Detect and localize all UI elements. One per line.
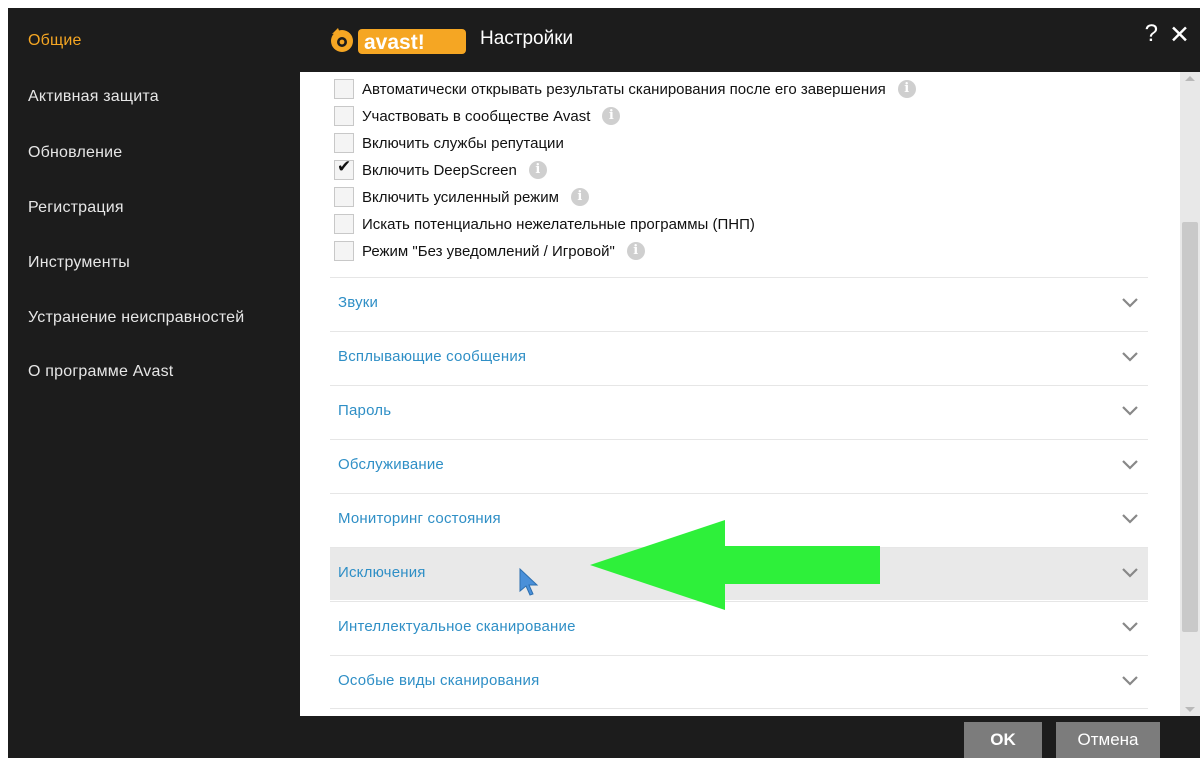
- checkmark-icon: ✔: [337, 157, 352, 176]
- option-pup[interactable]: Искать потенциально нежелательные програ…: [334, 211, 755, 237]
- section-sounds[interactable]: Звуки: [330, 277, 1148, 330]
- scroll-up-icon[interactable]: [1185, 76, 1195, 81]
- chevron-down-icon: [1122, 568, 1138, 578]
- section-label: Всплывающие сообщения: [338, 348, 527, 365]
- option-label: Участвовать в сообществе Avast: [362, 107, 591, 125]
- scroll-thumb[interactable]: [1182, 222, 1198, 632]
- option-community[interactable]: Участвовать в сообществе Avast i: [334, 103, 621, 129]
- avast-logo: avast!: [331, 28, 466, 54]
- checkbox[interactable]: [334, 241, 354, 261]
- section-label: Звуки: [338, 294, 379, 311]
- checkbox[interactable]: [334, 187, 354, 207]
- option-label: Включить усиленный режим: [362, 188, 559, 206]
- settings-content: Автоматически открывать результаты скани…: [300, 72, 1180, 716]
- chevron-down-icon: [1122, 676, 1138, 686]
- chevron-down-icon: [1122, 406, 1138, 416]
- section-special-scans[interactable]: Особые виды сканирования: [330, 655, 1148, 708]
- option-hardened-mode[interactable]: Включить усиленный режим i: [334, 184, 589, 210]
- cancel-button[interactable]: Отмена: [1056, 722, 1160, 758]
- divider: [330, 708, 1148, 709]
- chevron-down-icon: [1122, 622, 1138, 632]
- option-label: Автоматически открывать результаты скани…: [362, 80, 886, 98]
- scrollbar[interactable]: [1180, 72, 1200, 716]
- title-bar: avast! Настройки ? ✕: [300, 8, 1200, 72]
- brand-text: avast!: [364, 31, 425, 54]
- info-icon[interactable]: i: [570, 188, 589, 206]
- option-label: Искать потенциально нежелательные програ…: [362, 215, 755, 233]
- section-password[interactable]: Пароль: [330, 385, 1148, 438]
- option-label: Включить DeepScreen: [362, 161, 517, 179]
- section-label: Мониторинг состояния: [338, 510, 501, 527]
- chevron-down-icon: [1122, 298, 1138, 308]
- window-title: Настройки: [480, 28, 574, 49]
- sidebar-item-registration[interactable]: Регистрация: [28, 199, 124, 217]
- checkbox[interactable]: [334, 106, 354, 126]
- option-deepscreen[interactable]: ✔ Включить DeepScreen i: [334, 157, 547, 183]
- settings-window: Общие Активная защита Обновление Регистр…: [8, 8, 1200, 758]
- checkbox[interactable]: [334, 133, 354, 153]
- info-icon[interactable]: i: [626, 242, 645, 260]
- sidebar-item-tools[interactable]: Инструменты: [28, 254, 130, 272]
- option-silent-mode[interactable]: Режим "Без уведомлений / Игровой" i: [334, 238, 645, 264]
- help-button[interactable]: ?: [1145, 20, 1158, 48]
- option-reputation[interactable]: Включить службы репутации: [334, 130, 564, 156]
- info-icon[interactable]: i: [528, 161, 547, 179]
- sidebar: Общие Активная защита Обновление Регистр…: [8, 8, 300, 758]
- sidebar-item-troubleshooting[interactable]: Устранение неисправностей: [28, 309, 244, 327]
- checkbox[interactable]: [334, 214, 354, 234]
- option-label: Режим "Без уведомлений / Игровой": [362, 242, 615, 260]
- checkbox[interactable]: [334, 79, 354, 99]
- sidebar-item-about[interactable]: О программе Avast: [28, 363, 173, 381]
- ok-button[interactable]: OK: [964, 722, 1042, 758]
- close-button[interactable]: ✕: [1169, 20, 1190, 50]
- footer: OK Отмена: [300, 716, 1200, 758]
- section-maintenance[interactable]: Обслуживание: [330, 439, 1148, 492]
- info-icon[interactable]: i: [897, 80, 916, 98]
- chevron-down-icon: [1122, 460, 1138, 470]
- checkbox-checked[interactable]: ✔: [334, 157, 354, 180]
- section-popups[interactable]: Всплывающие сообщения: [330, 331, 1148, 384]
- section-label: Интеллектуальное сканирование: [338, 618, 576, 635]
- sidebar-item-update[interactable]: Обновление: [28, 144, 122, 162]
- section-label: Обслуживание: [338, 456, 444, 473]
- info-icon[interactable]: i: [602, 107, 621, 125]
- chevron-down-icon: [1122, 352, 1138, 362]
- sidebar-item-active-protection[interactable]: Активная защита: [28, 88, 159, 106]
- section-label: Особые виды сканирования: [338, 672, 540, 689]
- scroll-down-icon[interactable]: [1185, 707, 1195, 712]
- mouse-cursor-icon: [519, 567, 539, 596]
- section-label: Пароль: [338, 402, 392, 419]
- option-label: Включить службы репутации: [362, 134, 564, 152]
- chevron-down-icon: [1122, 514, 1138, 524]
- option-auto-open-results[interactable]: Автоматически открывать результаты скани…: [334, 76, 916, 102]
- section-label: Исключения: [338, 564, 426, 581]
- sidebar-item-general[interactable]: Общие: [28, 32, 82, 50]
- green-arrow-annotation: [590, 520, 880, 610]
